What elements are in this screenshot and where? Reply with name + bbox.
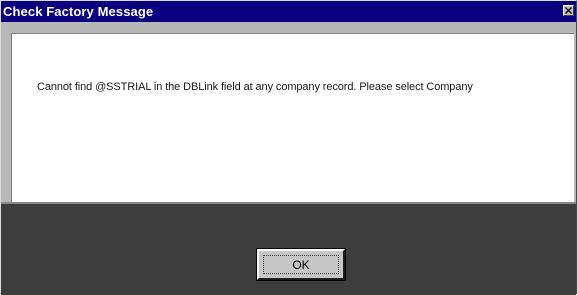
close-icon — [565, 7, 572, 14]
message-dialog: Check Factory Message Cannot find @SSTRI… — [0, 0, 577, 295]
close-button[interactable] — [563, 5, 574, 16]
ok-button[interactable]: OK — [256, 248, 346, 281]
message-pane: Cannot find @SSTRIAL in the DBLink field… — [11, 33, 574, 203]
message-text: Cannot find @SSTRIAL in the DBLink field… — [37, 81, 473, 93]
button-area: OK — [1, 202, 576, 295]
dialog-title: Check Factory Message — [3, 4, 154, 19]
title-bar[interactable]: Check Factory Message — [1, 1, 576, 22]
ok-button-label: OK — [263, 255, 339, 274]
